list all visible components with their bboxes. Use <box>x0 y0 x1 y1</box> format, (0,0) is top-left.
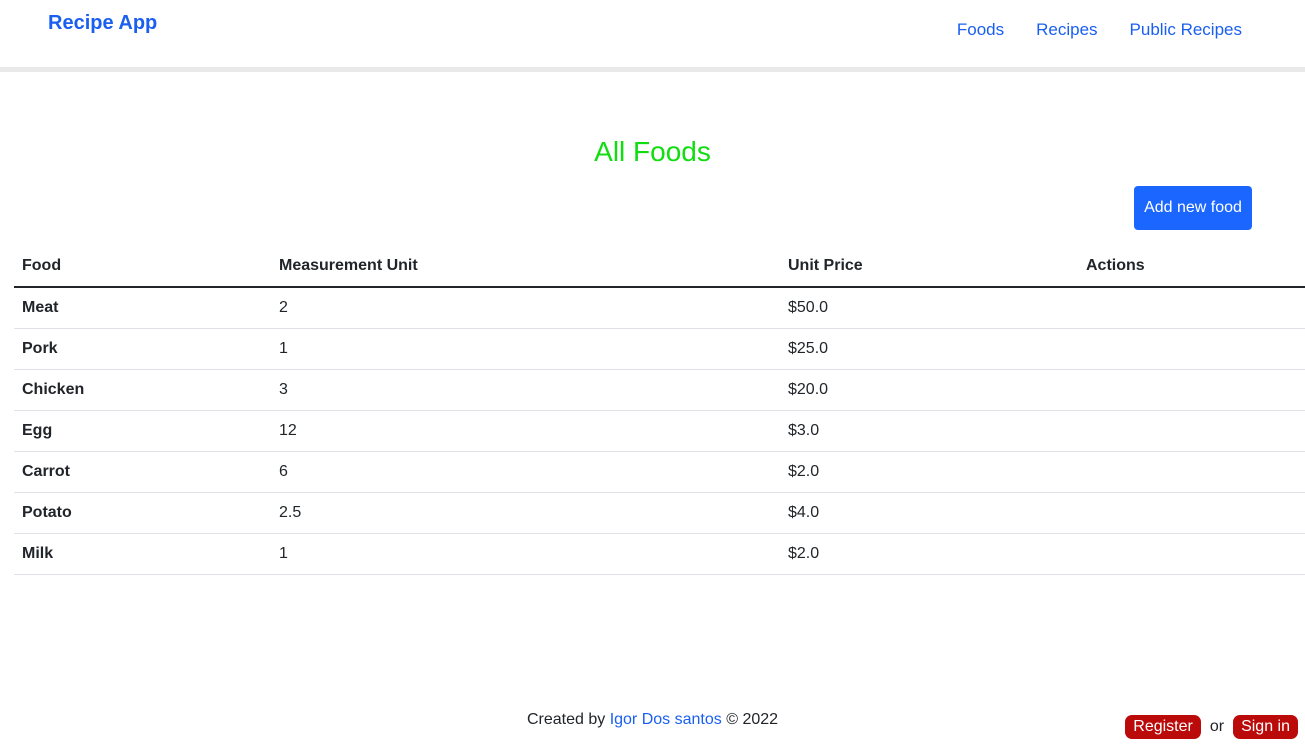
unit-price: $50.0 <box>780 287 1078 329</box>
auth-actions: Register or Sign in <box>1125 715 1298 739</box>
measurement-unit: 6 <box>271 451 780 493</box>
unit-price: $2.0 <box>780 533 1078 575</box>
actions-cell <box>1078 328 1305 370</box>
food-name: Pork <box>14 328 271 370</box>
actions-cell <box>1078 451 1305 493</box>
or-text: or <box>1209 718 1225 735</box>
top-navbar: Recipe App Foods Recipes Public Recipes <box>0 0 1305 72</box>
author-link[interactable]: Igor Dos santos <box>610 711 722 728</box>
food-name: Potato <box>14 492 271 534</box>
table-row: Pork 1 $25.0 <box>14 328 1305 370</box>
measurement-unit: 1 <box>271 328 780 370</box>
register-button[interactable]: Register <box>1125 715 1201 739</box>
measurement-unit: 3 <box>271 369 780 411</box>
column-header-food: Food <box>14 246 271 288</box>
column-header-measurement-unit: Measurement Unit <box>271 246 780 288</box>
table-row: Milk 1 $2.0 <box>14 533 1305 575</box>
brand-link[interactable]: Recipe App <box>48 12 157 35</box>
table-row: Meat 2 $50.0 <box>14 287 1305 329</box>
table-row: Chicken 3 $20.0 <box>14 369 1305 411</box>
created-by-text: Created by <box>526 711 606 728</box>
food-name: Milk <box>14 533 271 575</box>
nav-link-foods[interactable]: Foods <box>957 20 1004 40</box>
actions-cell <box>1078 369 1305 411</box>
food-name: Meat <box>14 287 271 329</box>
add-new-food-button[interactable]: Add new food <box>1134 186 1252 230</box>
copyright-text: © 2022 <box>726 711 779 728</box>
nav-links: Foods Recipes Public Recipes <box>957 20 1242 40</box>
footer-credit: Created by Igor Dos santos © 2022 <box>0 711 1305 729</box>
table-row: Egg 12 $3.0 <box>14 410 1305 452</box>
table-header-row: Food Measurement Unit Unit Price Actions <box>14 246 1305 288</box>
food-name: Chicken <box>14 369 271 411</box>
food-name: Carrot <box>14 451 271 493</box>
unit-price: $4.0 <box>780 492 1078 534</box>
measurement-unit: 2.5 <box>271 492 780 534</box>
foods-table: Food Measurement Unit Unit Price Actions… <box>14 246 1305 575</box>
table-row: Carrot 6 $2.0 <box>14 451 1305 493</box>
unit-price: $3.0 <box>780 410 1078 452</box>
sign-in-button[interactable]: Sign in <box>1233 715 1298 739</box>
page-title: All Foods <box>594 136 711 167</box>
unit-price: $25.0 <box>780 328 1078 370</box>
measurement-unit: 12 <box>271 410 780 452</box>
table-row: Potato 2.5 $4.0 <box>14 492 1305 534</box>
actions-cell <box>1078 287 1305 329</box>
actions-cell <box>1078 410 1305 452</box>
unit-price: $2.0 <box>780 451 1078 493</box>
measurement-unit: 2 <box>271 287 780 329</box>
column-header-unit-price: Unit Price <box>780 246 1078 288</box>
nav-link-public-recipes[interactable]: Public Recipes <box>1130 20 1242 40</box>
actions-cell <box>1078 492 1305 534</box>
actions-cell <box>1078 533 1305 575</box>
nav-link-recipes[interactable]: Recipes <box>1036 20 1097 40</box>
unit-price: $20.0 <box>780 369 1078 411</box>
measurement-unit: 1 <box>271 533 780 575</box>
column-header-actions: Actions <box>1078 246 1305 288</box>
food-name: Egg <box>14 410 271 452</box>
